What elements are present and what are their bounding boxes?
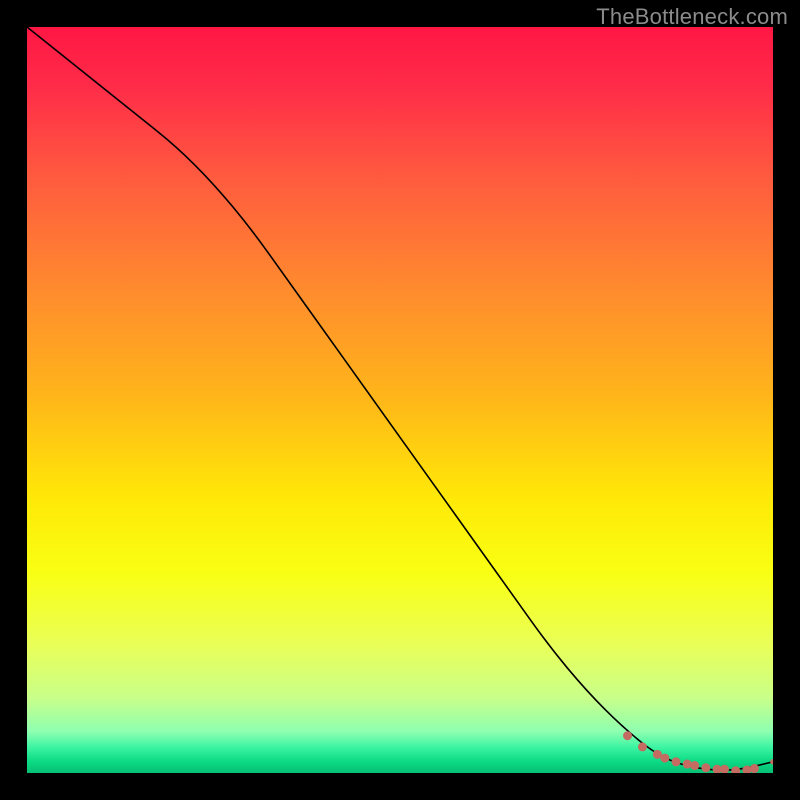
- chart-stage: TheBottleneck.com: [0, 0, 800, 800]
- marker-dot: [701, 763, 710, 772]
- plot-area: [27, 27, 773, 773]
- marker-dot: [683, 760, 692, 769]
- marker-dot: [750, 764, 759, 773]
- plot-svg: [27, 27, 773, 773]
- marker-dot: [690, 761, 699, 770]
- marker-dot: [638, 742, 647, 751]
- marker-dot: [672, 757, 681, 766]
- marker-dot: [623, 731, 632, 740]
- marker-dot: [660, 754, 669, 763]
- gradient-rect: [27, 27, 773, 773]
